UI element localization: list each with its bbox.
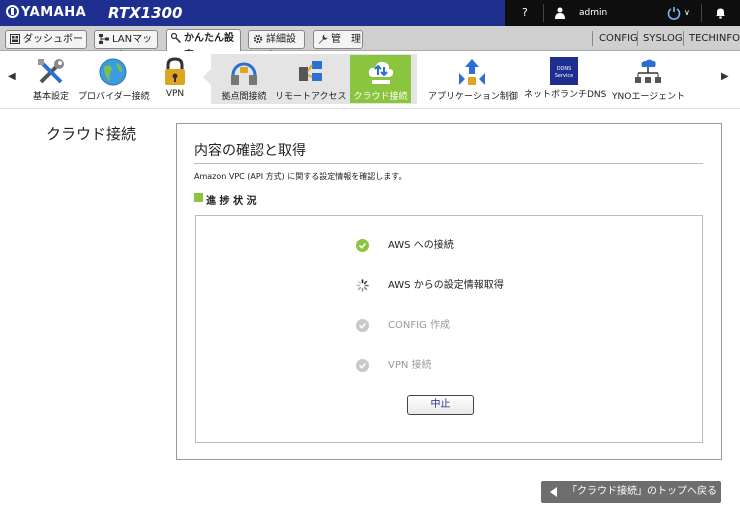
step-label: CONFIG 作成 <box>388 320 450 331</box>
step-label: AWS への接続 <box>388 240 454 251</box>
netvolante-dns-button[interactable]: DDNS Service ネットボランチDNS <box>524 55 607 105</box>
site-vpn-icon <box>231 62 257 85</box>
icon-label: リモートアクセス <box>275 92 347 102</box>
basic-settings-button[interactable]: 基本設定 <box>28 55 74 105</box>
check-circle-icon <box>356 319 369 332</box>
icon-label: 基本設定 <box>32 92 69 102</box>
yamaha-logo: YAMAHA <box>6 5 86 20</box>
tab-lanmap[interactable]: LANマップ <box>94 30 158 62</box>
main-tab-bar: ダッシュボード LANマップ かんたん設定 詳細設定 管 理 CONFIG SY… <box>0 26 740 62</box>
divider <box>701 4 702 22</box>
config-link[interactable]: CONFIG <box>599 26 638 51</box>
tab-easy-setup[interactable]: かんたん設定 <box>166 29 241 61</box>
submenu-pointer <box>203 69 211 85</box>
ddns-badge-line: Service <box>554 73 574 79</box>
help-button[interactable]: ? <box>522 0 528 26</box>
icon-label: VPN <box>165 89 185 99</box>
yno-agent-button[interactable]: YNOエージェント <box>612 55 686 105</box>
bell-icon <box>716 8 725 19</box>
tools-icon <box>38 59 64 84</box>
ddns-badge-line: DDNS <box>556 66 572 72</box>
wand-icon <box>171 33 181 43</box>
back-button-label: 「クラウド接続」のトップへ戻る <box>567 486 717 497</box>
person-icon <box>555 7 565 19</box>
cloud-connection-button[interactable]: クラウド接続 <box>350 55 411 103</box>
tab-management[interactable]: 管 理 <box>313 30 363 49</box>
application-control-button[interactable]: アプリケーション制御 <box>428 55 518 105</box>
icon-label: 拠点間接続 <box>221 92 267 102</box>
lanmap-icon <box>99 34 109 44</box>
cloud-icon <box>368 61 393 84</box>
divider <box>194 163 703 164</box>
feature-icon-bar: ◀ ▶ 基本設定 プロバイダー接続 VPN 拠点間接続 リモートアクセス クラウ… <box>0 51 740 109</box>
vpn-button[interactable]: VPN <box>155 55 195 105</box>
dashboard-icon <box>10 34 20 44</box>
progress-heading: 進 捗 状 況 <box>194 192 256 207</box>
header-bar: YAMAHA RTX1300 ? admin ∨ <box>0 0 740 26</box>
divider <box>0 108 740 109</box>
model-name: RTX1300 <box>108 4 183 22</box>
tab-dashboard[interactable]: ダッシュボード <box>5 30 87 62</box>
divider <box>543 4 544 22</box>
icon-label: アプリケーション制御 <box>428 92 518 102</box>
ddns-icon: DDNS Service <box>550 57 578 85</box>
brand-name: YAMAHA <box>21 5 87 20</box>
tab-advanced-settings[interactable]: 詳細設定 <box>248 30 305 62</box>
power-icon <box>667 7 681 20</box>
yno-agent-icon <box>635 59 661 83</box>
step-label: VPN 接続 <box>388 360 432 371</box>
divider <box>683 31 684 46</box>
site-to-site-button[interactable]: 拠点間接続 <box>216 55 272 105</box>
step-label: AWS からの設定情報取得 <box>388 280 504 291</box>
lock-icon <box>165 57 185 85</box>
remote-access-button[interactable]: リモートアクセス <box>275 55 347 105</box>
techinfo-link[interactable]: TECHINFO <box>689 26 740 51</box>
tab-label: 管 理 <box>331 34 361 45</box>
wrench-icon <box>318 34 328 44</box>
app-control-icon <box>459 59 485 85</box>
spinner-icon <box>356 279 369 292</box>
icon-label: ネットボランチDNS <box>524 90 607 100</box>
scroll-left-arrow[interactable]: ◀ <box>8 71 16 82</box>
progress-box: AWS への接続 AWS からの設定情報取得 CONFIG 作成 VPN 接続 … <box>195 215 703 443</box>
divider <box>637 31 638 46</box>
syslog-link[interactable]: SYSLOG <box>643 26 683 51</box>
icon-label: YNOエージェント <box>612 92 686 102</box>
scroll-right-arrow[interactable]: ▶ <box>721 71 729 82</box>
icon-label: プロバイダー接続 <box>78 92 150 102</box>
check-circle-icon <box>356 359 369 372</box>
back-to-cloud-top-button[interactable]: 「クラウド接続」のトップへ戻る <box>541 481 721 503</box>
remote-access-icon <box>299 61 322 81</box>
divider <box>592 31 593 46</box>
panel-title: 内容の確認と取得 <box>194 143 306 159</box>
check-circle-icon <box>356 239 369 252</box>
user-name: admin <box>579 8 608 18</box>
gear-icon <box>253 34 263 44</box>
panel-description: Amazon VPC (API 方式) に関する設定情報を確認します。 <box>194 172 407 181</box>
confirm-panel: 内容の確認と取得 Amazon VPC (API 方式) に関する設定情報を確認… <box>176 123 722 460</box>
globe-icon <box>99 58 127 86</box>
provider-connection-button[interactable]: プロバイダー接続 <box>78 55 150 105</box>
page-title: クラウド接続 <box>46 125 137 143</box>
back-arrow-icon <box>550 487 557 497</box>
icon-label: クラウド接続 <box>353 92 408 102</box>
header-tools: ? admin ∨ <box>505 0 740 26</box>
stop-button[interactable]: 中止 <box>407 395 474 415</box>
tuning-fork-logo-icon <box>6 5 19 18</box>
